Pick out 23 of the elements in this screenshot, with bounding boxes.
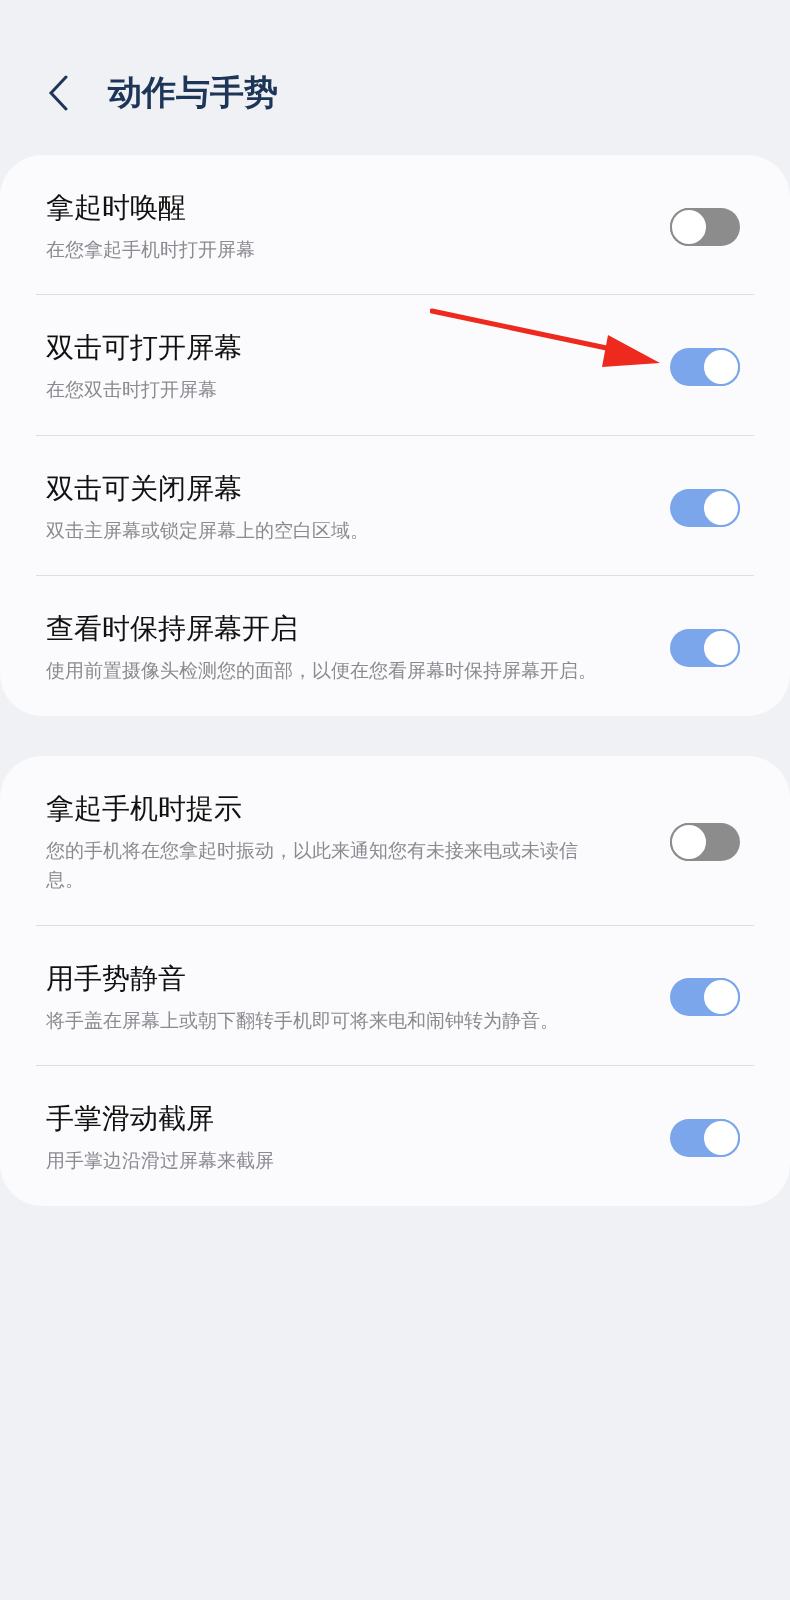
setting-title: 拿起手机时提示	[46, 790, 242, 827]
toggle-switch[interactable]	[670, 488, 740, 527]
setting-description: 用手掌边沿滑过屏幕来截屏	[46, 1148, 274, 1174]
setting-title: 用手势静音	[46, 960, 186, 997]
setting-title: 双击可打开屏幕	[46, 330, 242, 367]
setting-description: 将手盖在屏幕上或朝下翻转手机即可将来电和闹钟转为静音。	[46, 1007, 559, 1033]
toggle-switch[interactable]	[670, 629, 740, 668]
toggle-switch[interactable]	[670, 207, 740, 246]
setting-title: 查看时保持屏幕开启	[46, 611, 298, 648]
back-icon	[48, 74, 68, 111]
setting-title: 手掌滑动截屏	[46, 1101, 214, 1138]
setting-description: 您的手机将在您拿起时振动，以此来通知您有未接来电或未读信息。	[46, 837, 579, 893]
setting-description: 使用前置摄像头检测您的面部，以便在您看屏幕时保持屏幕开启。	[46, 658, 597, 684]
setting-description: 在您双击时打开屏幕	[46, 377, 217, 403]
toggle-switch[interactable]	[670, 348, 740, 387]
setting-title: 双击可关闭屏幕	[46, 470, 242, 507]
setting-description: 在您拿起手机时打开屏幕	[46, 237, 255, 262]
toggle-switch[interactable]	[670, 823, 740, 862]
toggle-switch[interactable]	[670, 978, 740, 1017]
setting-title: 拿起时唤醒	[46, 190, 186, 226]
toggle-switch[interactable]	[670, 1118, 740, 1157]
setting-description: 双击主屏幕或锁定屏幕上的空白区域。	[46, 517, 369, 543]
page-title: 动作与手势	[108, 70, 278, 114]
